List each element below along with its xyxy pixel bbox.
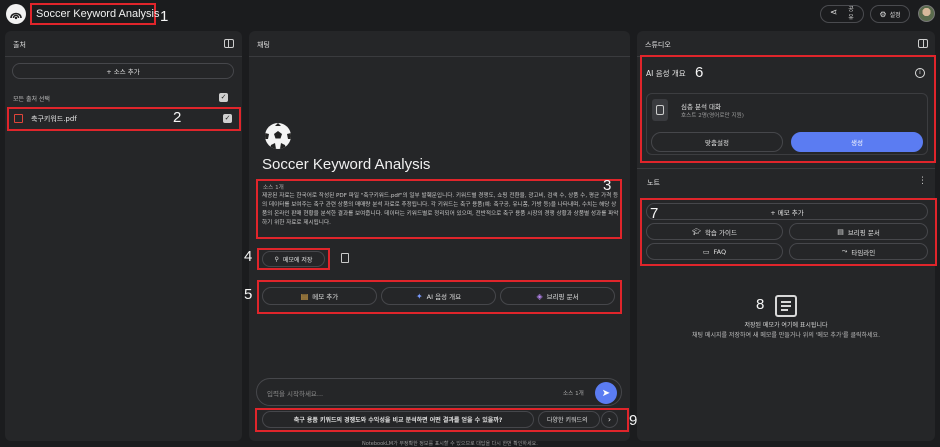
annotation-number-4: 4 (244, 248, 253, 265)
select-all-checkbox[interactable]: ✓ (219, 93, 228, 102)
chat-header: 채팅 (257, 41, 270, 49)
soccer-ball-icon (265, 123, 291, 149)
timeline-label: 타임라인 (851, 248, 876, 257)
annotation-number-1: 1 (160, 8, 169, 25)
notes-empty-body: 채팅 메시지를 저장하여 새 메모를 만들거나 위의 '메모 추가'를 클릭하세… (692, 332, 880, 339)
annotation-number-8: 8 (756, 296, 765, 313)
info-icon[interactable]: i (915, 68, 925, 78)
collapse-panel-icon[interactable] (918, 39, 928, 48)
study-guide-label: 학습 가이드 (704, 228, 737, 237)
chat-input-placeholder: 입력을 시작하세요... (267, 390, 324, 398)
send-button[interactable]: ➤ (595, 382, 617, 404)
share-icon: ⋖ (830, 8, 838, 18)
study-guide-button[interactable]: 🎓︎ 학습 가이드 (646, 223, 783, 240)
audio-overview-title: AI 음성 개요 (646, 69, 686, 78)
avatar[interactable] (918, 5, 935, 22)
customize-button[interactable]: 맞춤설정 (651, 132, 783, 152)
timeline-icon: ⤳ (841, 247, 848, 255)
chat-input-source-count: 소스 1개 (563, 391, 584, 397)
audio-overview-action-label: AI 음성 개요 (426, 293, 462, 301)
add-note-action-label: 메모 추가 (312, 293, 339, 301)
select-all-label: 모든 출처 선택 (13, 96, 50, 103)
sources-header: 출처 (13, 41, 26, 49)
pin-icon: ⚲ (274, 255, 279, 263)
add-note-button[interactable]: + 메모 추가 (646, 203, 928, 220)
save-to-note-button[interactable]: ⚲ 메모에 저장 (262, 251, 325, 267)
notebook-title[interactable]: Soccer Keyword Analysis (30, 3, 160, 25)
share-label: 공유 (848, 6, 854, 21)
more-vert-icon[interactable]: ⋮ (918, 176, 927, 186)
add-note-action-button[interactable]: ▤ 메모 추가 (262, 287, 377, 305)
suggestion-chip[interactable]: 다양한 키워드의 (538, 411, 600, 428)
settings-button[interactable]: ⚙ 설정 (870, 5, 910, 23)
source-summary-text: 제공된 자료는 한국어로 작성된 PDF 파일 "축구키워드.pdf"의 일부 … (262, 193, 619, 226)
source-checkbox[interactable]: ✓ (223, 114, 232, 123)
annotation-number-3: 3 (603, 177, 612, 194)
timeline-button[interactable]: ⤳ 타임라인 (789, 243, 928, 260)
divider (249, 56, 630, 57)
source-item[interactable]: 축구키워드.pdf ✓ (7, 107, 241, 131)
briefing-doc-action-label: 브리핑 문서 (546, 293, 579, 301)
note-add-icon: ▤ (300, 291, 309, 301)
settings-label: 설정 (889, 11, 901, 19)
briefing-doc-button[interactable]: ▤ 브리핑 문서 (789, 223, 928, 240)
studio-header: 스튜디오 (645, 41, 671, 49)
annotation-number-5: 5 (244, 286, 253, 303)
add-source-button[interactable]: + 소스 추가 (12, 63, 234, 79)
faq-label: FAQ (713, 247, 727, 256)
audio-item-title: 심층 분석 대화 (681, 103, 722, 111)
notes-header: 노트 (647, 179, 660, 187)
faq-button[interactable]: ▭ FAQ (646, 243, 783, 260)
share-button[interactable]: ⋖ 공유 (820, 5, 864, 23)
sparkle-icon: ✦ (415, 291, 423, 301)
pdf-icon (14, 114, 23, 123)
audio-overview-action-button[interactable]: ✦ AI 음성 개요 (381, 287, 496, 305)
disclaimer-text: NotebookLM가 부정확한 정보를 표시할 수 있으므로 대답을 다시 한… (362, 441, 538, 447)
notebooklm-logo-icon[interactable] (6, 4, 26, 24)
gear-icon: ⚙ (879, 9, 887, 19)
audio-file-icon (652, 99, 668, 121)
send-icon: ➤ (601, 387, 611, 399)
notes-empty-icon (775, 295, 797, 317)
annotation-number-6: 6 (695, 64, 704, 81)
briefing-doc-action-button[interactable]: ◈ 브리핑 문서 (500, 287, 615, 305)
annotation-number-2: 2 (173, 109, 182, 126)
chat-input[interactable]: 입력을 시작하세요... 소스 1개 ➤ (256, 378, 622, 406)
document-icon: ▤ (837, 227, 844, 236)
briefing-doc-label: 브리핑 문서 (847, 228, 880, 237)
chevron-right-icon[interactable]: › (601, 411, 618, 428)
top-bar: Soccer Keyword Analysis 1 ⋖ 공유 ⚙ 설정 (0, 0, 940, 28)
save-to-note-label: 메모에 저장 (282, 256, 313, 264)
divider (637, 168, 935, 169)
source-name: 축구키워드.pdf (31, 115, 77, 123)
divider (5, 56, 242, 57)
layers-icon: ◈ (536, 291, 543, 301)
copy-icon[interactable] (341, 253, 349, 263)
notes-empty-title: 저장된 메모가 여기에 표시됩니다 (744, 322, 828, 329)
sources-panel: 출처 + 소스 추가 모든 출처 선택 ✓ 축구키워드.pdf ✓ (5, 31, 242, 441)
generate-button[interactable]: 생성 (791, 132, 923, 152)
chat-notebook-title: Soccer Keyword Analysis (262, 156, 431, 173)
collapse-panel-icon[interactable] (224, 39, 234, 48)
graduation-cap-icon: 🎓︎ (692, 227, 701, 236)
faq-icon: ▭ (702, 247, 710, 256)
suggestion-chip[interactable]: 축구 용품 키워드의 경쟁도와 수익성을 비교 분석하면 어떤 결과를 얻을 수… (262, 411, 534, 428)
audio-item-subtitle: 호스트 2명(영어로만 지원) (681, 113, 744, 119)
source-count: 소스 1개 (263, 185, 284, 191)
